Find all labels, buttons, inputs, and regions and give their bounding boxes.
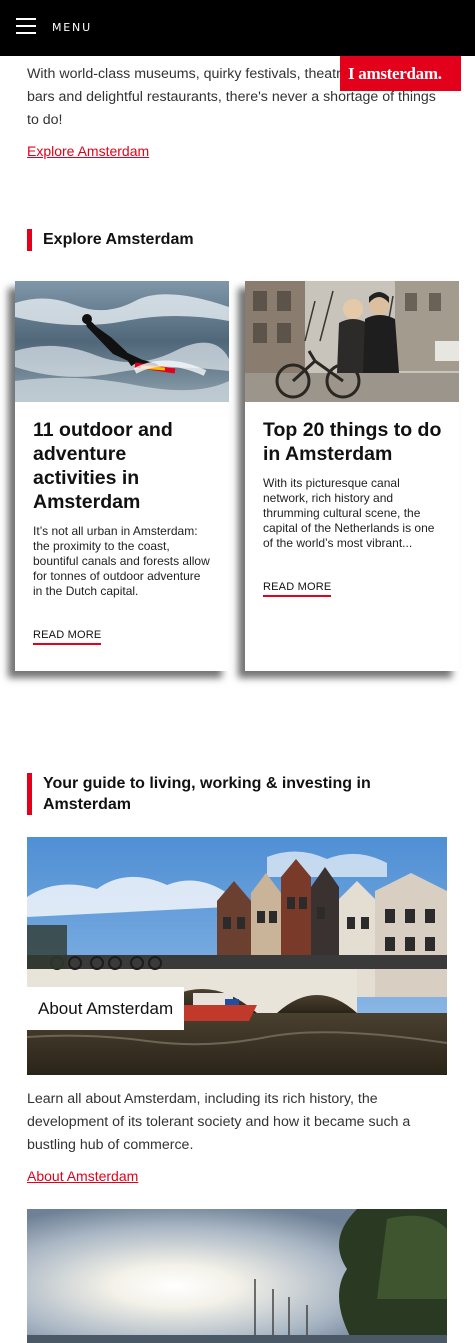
about-paragraph: Learn all about Amsterdam, including its… [27,1091,411,1153]
card-title[interactable]: Top 20 things to do in Amsterdam [263,418,443,466]
hamburger-menu-icon[interactable] [16,18,36,34]
explore-heading: Explore Amsterdam [27,229,194,251]
menu-label[interactable]: MENU [52,21,92,34]
about-amsterdam-link[interactable]: About Amsterdam [27,1168,138,1184]
card-description: With its picturesque canal network, rich… [263,476,435,550]
read-more-link[interactable]: READ MORE [33,629,102,645]
guide-heading: Your guide to living, working & investin… [27,773,407,815]
read-more-link[interactable]: READ MORE [263,581,332,597]
lake-sunset-image[interactable] [27,1209,447,1343]
card-title[interactable]: 11 outdoor and adventure activities in A… [33,418,213,514]
top-bar: MENU [0,0,475,56]
explore-amsterdam-link[interactable]: Explore Amsterdam [27,143,149,159]
couple-with-bikes-image [245,281,459,402]
card-outdoor-activities[interactable]: 11 outdoor and adventure activities in A… [15,281,229,671]
about-amsterdam-label[interactable]: About Amsterdam [27,987,185,1030]
logo-text: I amsterdam. [348,64,442,83]
i-amsterdam-logo[interactable]: I amsterdam. [340,56,461,91]
kitesurfer-image [15,281,229,402]
card-top-20-things[interactable]: Top 20 things to do in Amsterdam With it… [245,281,459,671]
canal-bridge-image[interactable] [27,837,447,1075]
card-description: It’s not all urban in Amsterdam: the pro… [33,524,210,598]
